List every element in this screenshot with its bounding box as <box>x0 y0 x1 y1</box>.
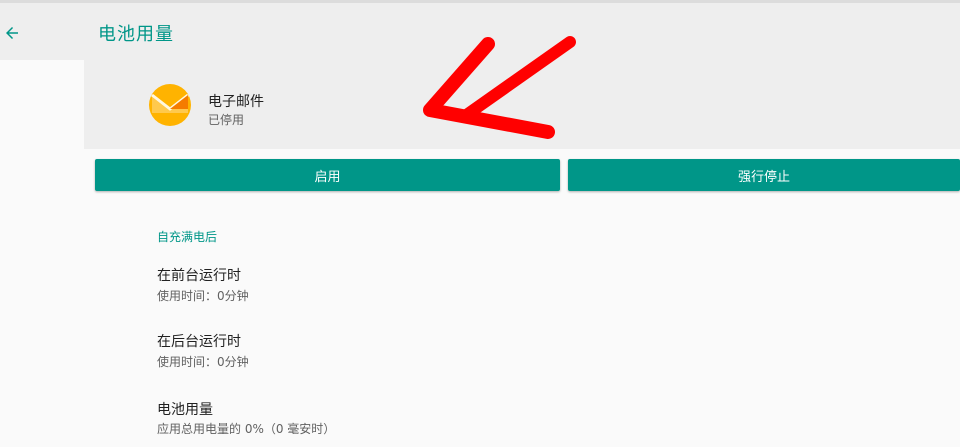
pref-title: 在前台运行时 <box>157 268 241 284</box>
app-header-panel: 电池用量 电子邮件 已停用 <box>84 3 960 149</box>
force-stop-button[interactable]: 强行停止 <box>568 159 960 191</box>
email-app-icon <box>148 83 192 127</box>
pref-summary: 使用时间：0分钟 <box>157 355 249 369</box>
pref-summary: 使用时间：0分钟 <box>157 289 249 303</box>
enable-button[interactable]: 启用 <box>95 159 560 191</box>
section-header: 自充满电后 <box>157 230 218 244</box>
app-name: 电子邮件 <box>208 94 264 110</box>
pref-title: 电池用量 <box>157 402 213 418</box>
left-pane-header <box>0 3 84 60</box>
back-arrow-icon[interactable] <box>0 17 24 49</box>
pref-summary: 应用总用电量的 0%（0 毫安时） <box>157 422 336 436</box>
pref-title: 在后台运行时 <box>157 334 241 350</box>
page-title: 电池用量 <box>98 24 174 45</box>
app-status: 已停用 <box>208 113 245 127</box>
